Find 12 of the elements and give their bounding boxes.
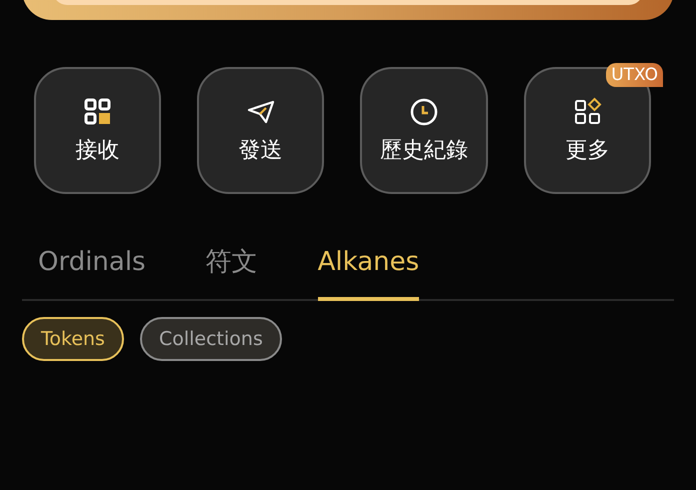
utxo-badge: UTXO [606,63,663,87]
tab[interactable]: 符文 [206,230,258,301]
filter-chip[interactable]: Collections [140,317,282,361]
tab[interactable]: Ordinals [38,230,146,301]
receive-button[interactable]: 接收 [34,67,161,194]
history-button[interactable]: 歷史紀錄 [360,67,488,194]
clock-icon [409,96,439,126]
tab[interactable]: Alkanes [318,230,420,301]
apps-icon [572,96,602,126]
qr-code-icon [82,96,112,126]
send-button[interactable]: 發送 [197,67,324,194]
filter-chip[interactable]: Tokens [22,317,124,361]
